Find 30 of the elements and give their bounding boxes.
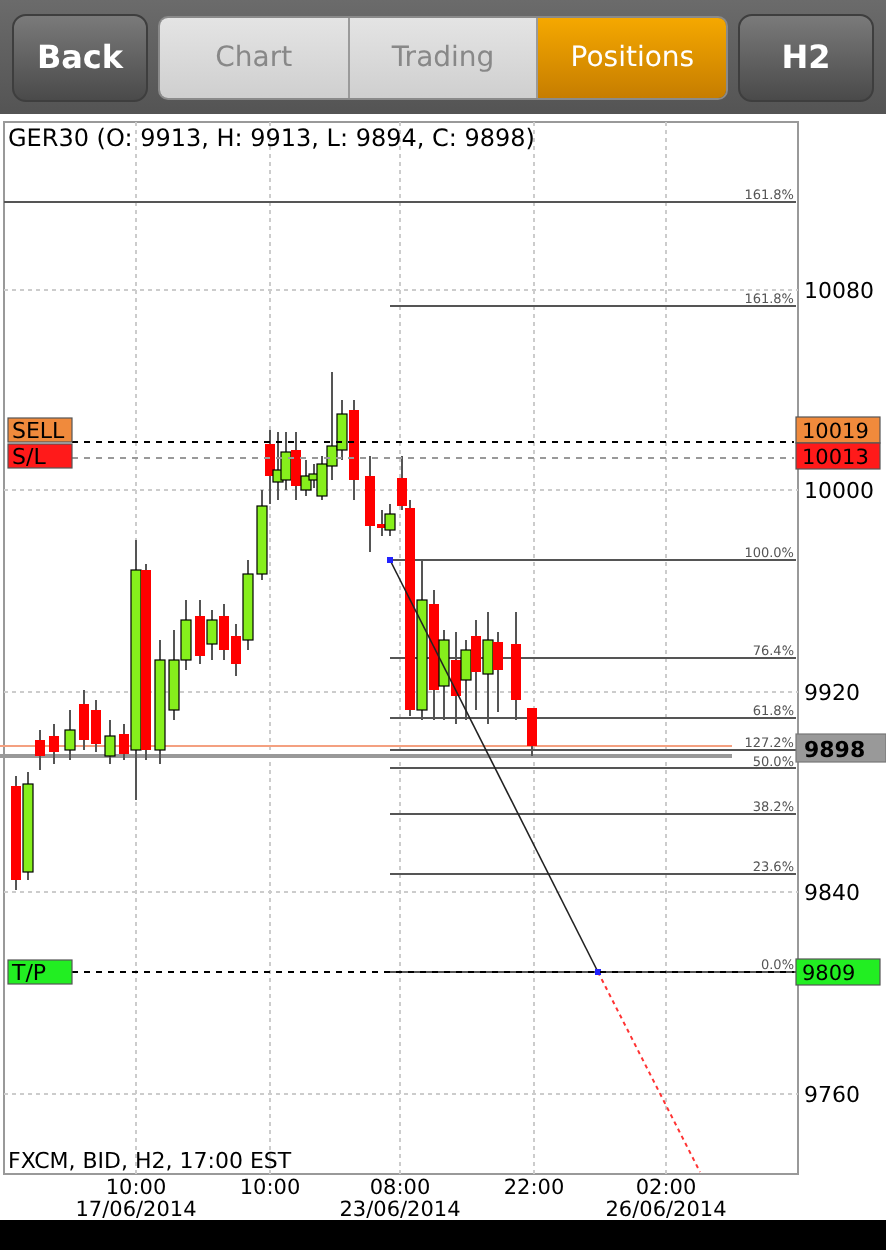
time-label: 08:00 xyxy=(369,1176,431,1200)
time-label: 10:00 xyxy=(239,1176,301,1200)
order-tag: S/L xyxy=(7,443,73,470)
tab[interactable]: Chart xyxy=(160,17,350,97)
price-tag: 9809 xyxy=(795,958,881,986)
time-label: 10:00 xyxy=(105,1176,167,1200)
chart-title: GER30 (O: 9913, H: 9913, L: 9894, C: 9898) xyxy=(8,124,535,152)
chart-footer: FXCM, BID, H2, 17:00 EST xyxy=(8,1148,292,1174)
order-tag: T/P xyxy=(7,959,73,986)
date-label: 23/06/2014 xyxy=(339,1198,461,1220)
axis-label: 9840 xyxy=(804,880,860,906)
order-tag: SELL xyxy=(7,417,73,444)
date-label: 26/06/2014 xyxy=(605,1198,727,1220)
time-label: 02:00 xyxy=(635,1176,697,1200)
time-label: 22:00 xyxy=(503,1176,565,1200)
back-button[interactable]: Back xyxy=(12,13,148,101)
tab[interactable]: Trading xyxy=(349,17,539,97)
current-price-tag: 9898 xyxy=(795,733,886,763)
axis-label: 10000 xyxy=(804,478,874,504)
date-label: 17/06/2014 xyxy=(75,1198,197,1220)
axis-label: 9920 xyxy=(804,680,860,706)
axis-label: 10080 xyxy=(804,278,874,304)
candle xyxy=(64,709,76,761)
tab[interactable]: Positions xyxy=(538,17,726,97)
candle xyxy=(104,719,116,765)
price-tag: 10019 xyxy=(795,416,881,444)
axis-label: 9760 xyxy=(804,1082,860,1108)
candle xyxy=(49,723,59,765)
price-tag: 10013 xyxy=(795,442,881,470)
timeframe-button[interactable]: H2 xyxy=(738,13,874,101)
